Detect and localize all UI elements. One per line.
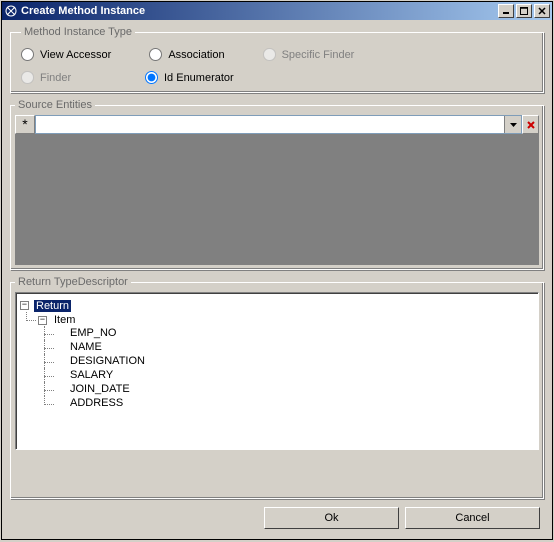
tree-leaf[interactable]: ADDRESS [56, 396, 536, 410]
radio-view-accessor-input[interactable] [21, 48, 34, 61]
tree-leaf[interactable]: DESIGNATION [56, 354, 536, 368]
tree-leaf-label[interactable]: NAME [68, 341, 104, 353]
tree-node-item[interactable]: − Item EMP_NO NAME DESIGNATION SALARY JO… [38, 312, 536, 412]
tree-node-label[interactable]: Item [52, 314, 77, 326]
tree-leaf-label[interactable]: ADDRESS [68, 397, 125, 409]
radio-association[interactable]: Association [149, 48, 224, 61]
radio-specific-finder: Specific Finder [263, 48, 355, 61]
radio-id-enumerator[interactable]: Id Enumerator [145, 71, 234, 84]
window-controls [496, 4, 550, 18]
window-title: Create Method Instance [21, 5, 496, 17]
radio-label: Specific Finder [282, 49, 355, 61]
return-type-descriptor-legend: Return TypeDescriptor [15, 276, 131, 288]
tree-leaf[interactable]: EMP_NO [56, 326, 536, 340]
return-type-tree[interactable]: − Return − Item EMP_NO [15, 292, 539, 450]
dialog-content: Method Instance Type View Accessor Assoc… [2, 20, 552, 539]
radio-view-accessor[interactable]: View Accessor [21, 48, 111, 61]
collapse-icon[interactable]: − [38, 316, 47, 325]
source-entities-grid: * [15, 115, 539, 265]
tree-node-return[interactable]: − Return − Item EMP_NO [20, 297, 536, 412]
method-instance-type-group: Method Instance Type View Accessor Assoc… [10, 26, 544, 93]
tree-leaf-label[interactable]: EMP_NO [68, 327, 118, 339]
delete-row-button[interactable] [522, 115, 539, 134]
close-button[interactable] [534, 4, 550, 18]
radio-association-input[interactable] [149, 48, 162, 61]
source-entities-legend: Source Entities [15, 99, 95, 111]
tree-node-label[interactable]: Return [34, 300, 71, 312]
dialog-window: Create Method Instance Method Instance T… [1, 1, 553, 540]
minimize-button[interactable] [498, 4, 514, 18]
radio-label: Id Enumerator [164, 72, 234, 84]
button-row: Ok Cancel [10, 505, 544, 535]
app-icon [4, 4, 18, 18]
maximize-button[interactable] [516, 4, 532, 18]
delete-icon [527, 121, 535, 129]
collapse-icon[interactable]: − [20, 301, 29, 310]
source-entities-new-row: * [15, 115, 539, 134]
ok-button[interactable]: Ok [264, 507, 399, 529]
radio-label: View Accessor [40, 49, 111, 61]
tree-leaf-label[interactable]: SALARY [68, 369, 115, 381]
radio-finder-input [21, 71, 34, 84]
dropdown-icon[interactable] [504, 116, 521, 133]
titlebar: Create Method Instance [2, 2, 552, 20]
method-instance-type-legend: Method Instance Type [21, 26, 135, 38]
tree-leaf-label[interactable]: DESIGNATION [68, 355, 147, 367]
radio-finder: Finder [21, 71, 107, 84]
radio-specific-finder-input [263, 48, 276, 61]
source-entity-combo[interactable] [35, 115, 522, 134]
radio-label: Association [168, 49, 224, 61]
tree-leaf[interactable]: SALARY [56, 368, 536, 382]
radio-id-enumerator-input[interactable] [145, 71, 158, 84]
source-entity-combo-text[interactable] [36, 116, 504, 133]
cancel-button[interactable]: Cancel [405, 507, 540, 529]
source-entities-group: Source Entities * [10, 99, 544, 270]
tree-leaf[interactable]: JOIN_DATE [56, 382, 536, 396]
radio-label: Finder [40, 72, 71, 84]
tree-leaf-label[interactable]: JOIN_DATE [68, 383, 132, 395]
new-row-marker: * [15, 115, 35, 134]
tree-leaf[interactable]: NAME [56, 340, 536, 354]
return-type-descriptor-group: Return TypeDescriptor − Return − Item [10, 276, 544, 499]
